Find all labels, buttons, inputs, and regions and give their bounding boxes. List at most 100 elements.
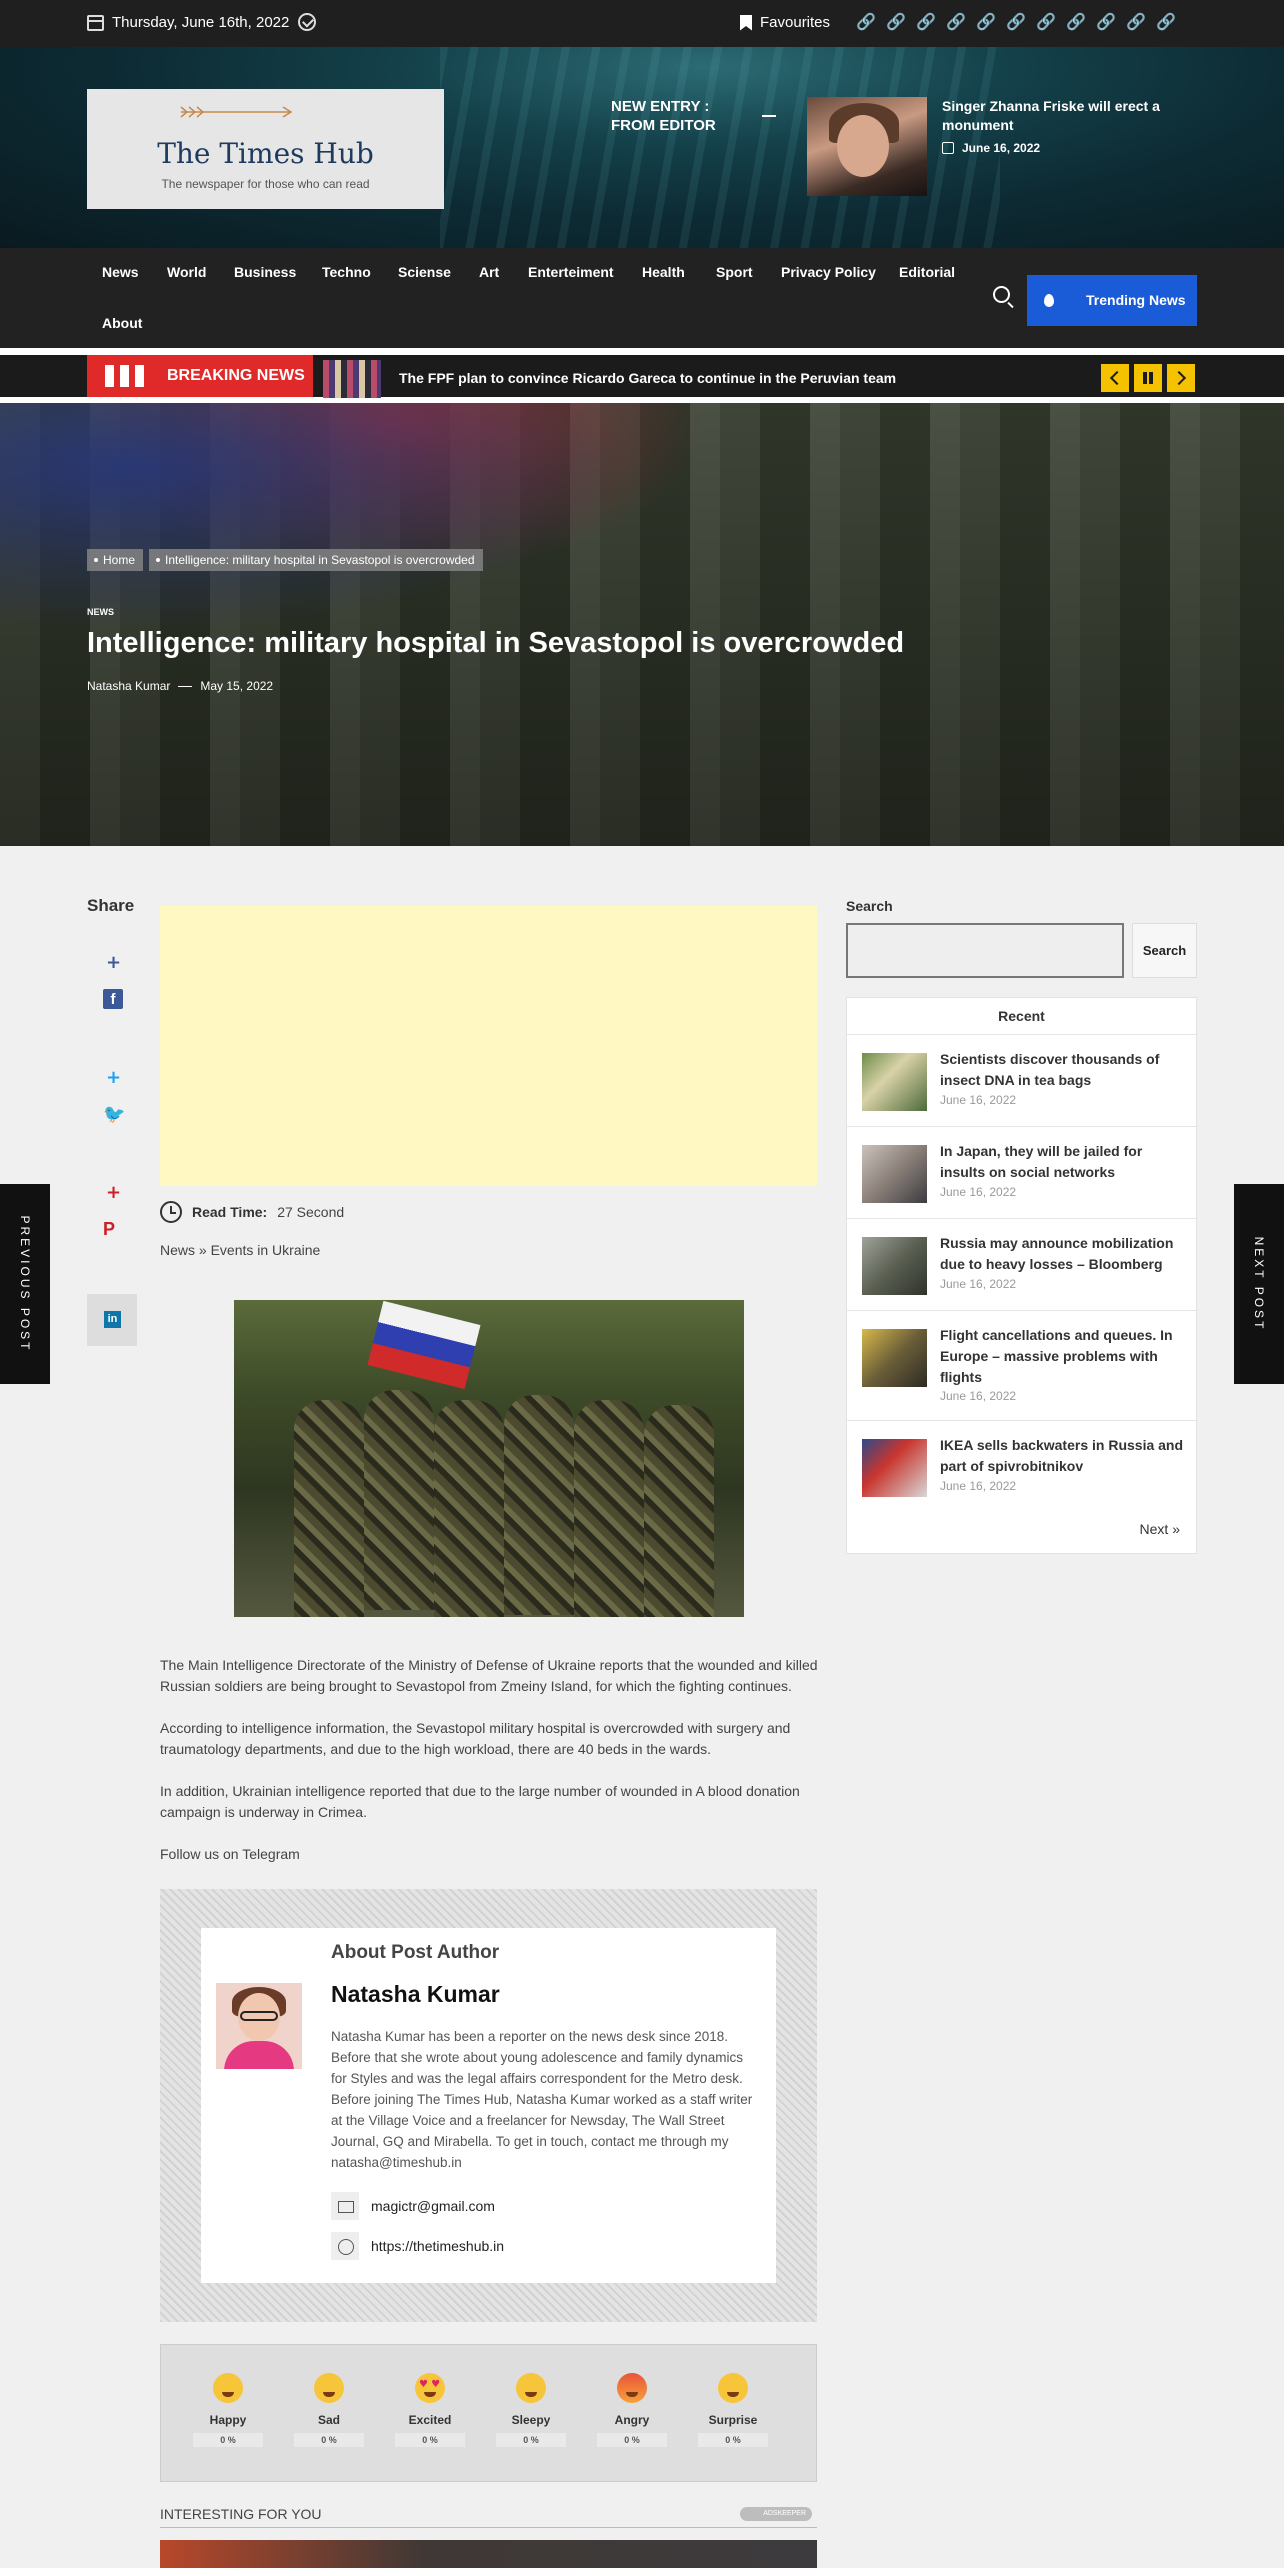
breadcrumb-home[interactable]: Home	[87, 549, 144, 571]
article-author[interactable]: Natasha Kumar	[87, 679, 170, 693]
facebook-icon: f	[103, 989, 123, 1009]
share-linkedin[interactable]: in	[87, 1294, 137, 1346]
plus-icon: +	[106, 1182, 122, 1203]
globe-icon	[331, 2232, 359, 2260]
reaction-sad[interactable]: Sad 0 %	[289, 2373, 369, 2447]
social-links: 🔗 🔗 🔗 🔗 🔗 🔗 🔗 🔗 🔗 🔗 🔗	[856, 12, 1176, 32]
article-meta: Natasha Kumar May 15, 2022	[87, 679, 273, 693]
breaking-news-thumbnail[interactable]	[323, 360, 381, 398]
recent-item[interactable]: Flight cancellations and queues. In Euro…	[847, 1311, 1196, 1421]
site-logo[interactable]: The Times Hub The newspaper for those wh…	[87, 89, 444, 209]
sidebar-search-button[interactable]: Search	[1132, 923, 1197, 978]
link-icon[interactable]: 🔗	[856, 12, 876, 32]
nav-item-enterteiment[interactable]: Enterteiment	[528, 264, 614, 280]
nav-item-sport[interactable]: Sport	[716, 264, 753, 280]
recent-item[interactable]: In Japan, they will be jailed for insult…	[847, 1127, 1196, 1219]
author-name[interactable]: Natasha Kumar	[331, 1981, 500, 2008]
next-post-tab[interactable]: NEXT POST	[1234, 1184, 1284, 1384]
recent-item[interactable]: Scientists discover thousands of insect …	[847, 1035, 1196, 1127]
nav-item-privacy-policy[interactable]: Privacy Policy	[781, 264, 876, 280]
angry-emoji-icon	[617, 2373, 647, 2403]
recent-item[interactable]: IKEA sells backwaters in Russia and part…	[847, 1421, 1196, 1513]
reaction-percent: 0 %	[395, 2433, 465, 2447]
link-icon[interactable]: 🔗	[1066, 12, 1086, 32]
nav-item-world[interactable]: World	[167, 264, 206, 280]
previous-post-tab[interactable]: PREVIOUS POST	[0, 1184, 50, 1384]
interesting-title: INTERESTING FOR YOU	[160, 2506, 322, 2522]
link-icon[interactable]: 🔗	[1006, 12, 1026, 32]
adskeeper-logo[interactable]: ADSKEEPER	[740, 2507, 812, 2521]
nav-item-art[interactable]: Art	[479, 264, 499, 280]
clock-icon	[160, 1201, 182, 1223]
reaction-surprise[interactable]: Surprise 0 %	[693, 2373, 773, 2447]
favourites-label: Favourites	[760, 14, 831, 31]
nav-item-business[interactable]: Business	[234, 264, 296, 280]
plus-icon: +	[106, 952, 122, 973]
recent-next-link[interactable]: Next »	[1140, 1521, 1180, 1537]
link-icon[interactable]: 🔗	[916, 12, 936, 32]
site-header: The Times Hub The newspaper for those wh…	[0, 47, 1284, 248]
breaking-news-headline[interactable]: The FPF plan to convince Ricardo Gareca …	[399, 370, 896, 386]
author-website[interactable]: https://thetimeshub.in	[331, 2232, 504, 2260]
recent-item-title: Russia may announce mobilization due to …	[940, 1235, 1174, 1272]
recent-item-title: In Japan, they will be jailed for insult…	[940, 1143, 1143, 1180]
article-paragraph: The Main Intelligence Directorate of the…	[160, 1657, 818, 1694]
nav-item-sciense[interactable]: Sciense	[398, 264, 451, 280]
telegram-link[interactable]: Follow us on Telegram	[160, 1844, 820, 1865]
logo-arrow-icon	[180, 106, 293, 118]
reaction-percent: 0 %	[294, 2433, 364, 2447]
editor-post-title[interactable]: Singer Zhanna Friske will erect a monume…	[942, 97, 1192, 135]
author-box: About Post Author Natasha Kumar Natasha …	[201, 1928, 776, 2283]
reaction-happy[interactable]: Happy 0 %	[188, 2373, 268, 2447]
share-pinterest[interactable]: + P	[87, 1182, 137, 1239]
editor-post-image[interactable]	[807, 97, 927, 196]
nav-item-techno[interactable]: Techno	[322, 264, 371, 280]
recent-item-date: June 16, 2022	[940, 1277, 1017, 1291]
ad-slot[interactable]	[160, 906, 817, 1186]
bookmark-icon	[740, 14, 752, 31]
logo-tagline: The newspaper for those who can read	[161, 177, 370, 191]
interesting-divider	[160, 2527, 817, 2528]
sidebar-search-title: Search	[846, 898, 893, 914]
recent-item[interactable]: Russia may announce mobilization due to …	[847, 1219, 1196, 1311]
link-icon[interactable]: 🔗	[976, 12, 996, 32]
share-twitter[interactable]: + 🐦	[87, 1067, 137, 1125]
recent-item-title: Flight cancellations and queues. In Euro…	[940, 1327, 1173, 1385]
editor-label: NEW ENTRY : FROM EDITOR	[611, 98, 716, 134]
ticker-next-button[interactable]	[1167, 364, 1195, 392]
link-icon[interactable]: 🔗	[946, 12, 966, 32]
share-facebook[interactable]: + f	[87, 952, 137, 1009]
link-icon[interactable]: 🔗	[1156, 12, 1176, 32]
subscribe-icon[interactable]	[298, 13, 316, 31]
search-icon[interactable]	[993, 286, 1010, 303]
link-icon[interactable]: 🔗	[886, 12, 906, 32]
article-breadcrumb[interactable]: News » Events in Ukraine	[160, 1242, 320, 1258]
meta-divider	[178, 685, 193, 687]
article-category[interactable]: NEWS	[87, 607, 114, 617]
fire-icon	[1044, 294, 1054, 307]
nav-item-health[interactable]: Health	[642, 264, 685, 280]
link-icon[interactable]: 🔗	[1036, 12, 1056, 32]
author-email[interactable]: magictr@gmail.com	[331, 2192, 495, 2220]
favourites-link[interactable]: Favourites	[740, 14, 830, 31]
link-icon[interactable]: 🔗	[1126, 12, 1146, 32]
reaction-excited[interactable]: Excited 0 %	[390, 2373, 470, 2447]
reaction-angry[interactable]: Angry 0 %	[592, 2373, 672, 2447]
article-title: Intelligence: military hospital in Sevas…	[87, 627, 905, 659]
nav-item-about[interactable]: About	[102, 315, 142, 331]
share-title: Share	[87, 896, 135, 915]
reaction-percent: 0 %	[496, 2433, 566, 2447]
nav-item-news[interactable]: News	[102, 264, 139, 280]
reaction-label: Surprise	[708, 2413, 758, 2427]
sidebar-search-input[interactable]	[846, 923, 1124, 978]
previous-post-label: PREVIOUS POST	[18, 1215, 32, 1353]
ticker-pause-button[interactable]	[1134, 364, 1162, 392]
recent-thumbnail	[862, 1439, 927, 1497]
link-icon[interactable]: 🔗	[1096, 12, 1116, 32]
reaction-sleepy[interactable]: Sleepy 0 %	[491, 2373, 571, 2447]
editor-post-date-text: June 16, 2022	[962, 141, 1041, 155]
trending-news-button[interactable]: Trending News	[1027, 275, 1197, 326]
interesting-thumbnail[interactable]	[160, 2540, 817, 2568]
ticker-prev-button[interactable]	[1101, 364, 1129, 392]
nav-item-editorial[interactable]: Editorial	[899, 264, 955, 280]
